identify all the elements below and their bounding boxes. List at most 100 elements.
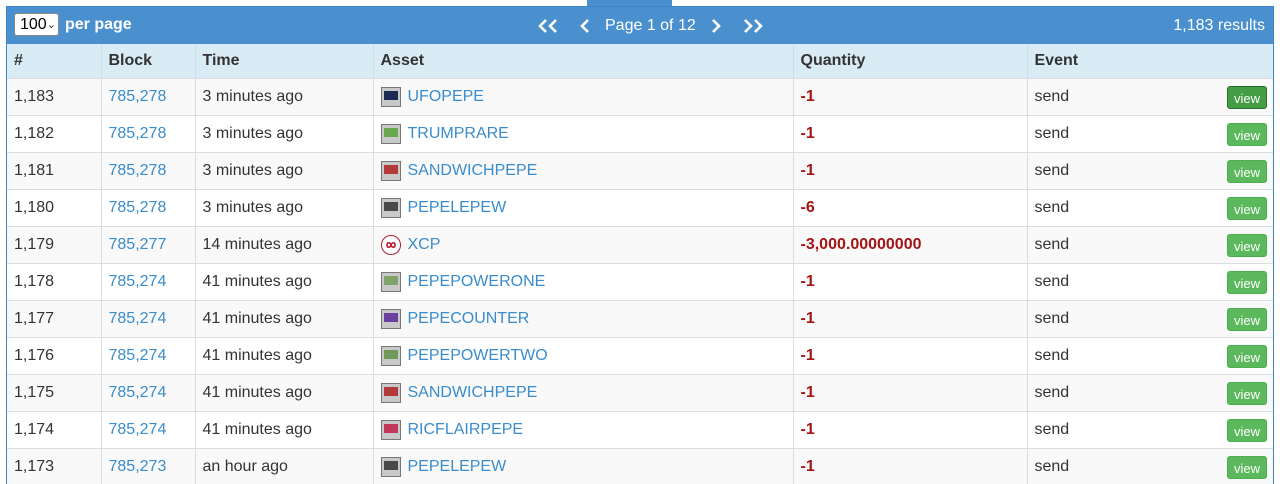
row-number: 1,180 bbox=[7, 189, 101, 227]
quantity-value: -1 bbox=[800, 162, 815, 179]
prev-page-icon[interactable] bbox=[579, 18, 591, 34]
event-type: send bbox=[1034, 310, 1070, 327]
row-number: 1,181 bbox=[7, 152, 101, 190]
block-link[interactable]: 785,277 bbox=[109, 236, 167, 253]
table-row: 1,180 785,278 3 minutes ago PEPELEPEW -6… bbox=[7, 189, 1273, 227]
quantity-value: -3,000.00000000 bbox=[800, 236, 922, 253]
block-link[interactable]: 785,278 bbox=[109, 199, 167, 216]
pepelepew-card-icon bbox=[380, 457, 401, 477]
view-button[interactable]: view bbox=[1226, 419, 1267, 442]
event-type: send bbox=[1034, 125, 1070, 142]
row-time: 41 minutes ago bbox=[194, 337, 373, 375]
chevron-down-icon: ⌄ bbox=[46, 19, 56, 31]
event-type: send bbox=[1034, 199, 1070, 216]
asset-link[interactable]: SANDWICHPEPE bbox=[408, 162, 538, 180]
row-number: 1,178 bbox=[7, 263, 101, 301]
asset-link[interactable]: SANDWICHPEPE bbox=[408, 384, 538, 402]
quantity-value: -1 bbox=[800, 88, 815, 105]
next-page-icon[interactable] bbox=[710, 18, 722, 34]
asset-link[interactable]: PEPELEPEW bbox=[408, 199, 507, 217]
row-time: 41 minutes ago bbox=[194, 300, 373, 338]
asset-link[interactable]: PEPECOUNTER bbox=[408, 310, 530, 328]
sandwichpepe-card-icon bbox=[380, 161, 401, 181]
ufopepe-card-icon bbox=[380, 87, 401, 107]
view-button[interactable]: view bbox=[1226, 345, 1267, 368]
column-header-number[interactable]: # bbox=[7, 44, 101, 79]
asset-link[interactable]: RICFLAIRPEPE bbox=[408, 421, 524, 439]
column-header-quantity[interactable]: Quantity bbox=[792, 44, 1027, 79]
pepepowertwo-card-icon bbox=[380, 346, 401, 366]
per-page-label: per page bbox=[65, 15, 132, 33]
block-link[interactable]: 785,274 bbox=[109, 384, 167, 401]
asset-cell: UFOPEPE bbox=[380, 87, 786, 107]
view-button[interactable]: view bbox=[1226, 197, 1267, 220]
column-header-time[interactable]: Time bbox=[194, 44, 373, 79]
first-page-icon[interactable] bbox=[537, 18, 561, 34]
quantity-value: -1 bbox=[800, 458, 815, 475]
view-button[interactable]: view bbox=[1226, 123, 1267, 146]
asset-link[interactable]: PEPELEPEW bbox=[408, 458, 507, 476]
block-link[interactable]: 785,273 bbox=[109, 458, 167, 475]
block-link[interactable]: 785,278 bbox=[109, 88, 167, 105]
ricflairpepe-card-icon bbox=[380, 420, 401, 440]
asset-link[interactable]: XCP bbox=[408, 236, 441, 254]
row-number: 1,176 bbox=[7, 337, 101, 375]
view-button[interactable]: view bbox=[1226, 234, 1267, 257]
last-page-icon[interactable] bbox=[740, 18, 764, 34]
asset-link[interactable]: PEPEPOWERONE bbox=[408, 273, 546, 291]
asset-cell: TRUMPRARE bbox=[380, 124, 786, 144]
per-page-select[interactable]: 100 ⌄ bbox=[14, 13, 59, 36]
block-link[interactable]: 785,274 bbox=[109, 310, 167, 327]
row-time: 41 minutes ago bbox=[194, 411, 373, 449]
asset-link[interactable]: UFOPEPE bbox=[408, 88, 484, 106]
block-link[interactable]: 785,278 bbox=[109, 162, 167, 179]
row-number: 1,183 bbox=[7, 78, 101, 116]
view-button[interactable]: view bbox=[1226, 308, 1267, 331]
block-link[interactable]: 785,274 bbox=[109, 273, 167, 290]
row-time: 41 minutes ago bbox=[194, 374, 373, 412]
event-type: send bbox=[1034, 273, 1070, 290]
event-type: send bbox=[1034, 347, 1070, 364]
view-button[interactable]: view bbox=[1226, 271, 1267, 294]
page-indicator: Page 1 of 12 bbox=[605, 16, 696, 34]
pepecounter-card-icon bbox=[380, 309, 401, 329]
asset-cell: SANDWICHPEPE bbox=[380, 383, 786, 403]
quantity-value: -1 bbox=[800, 347, 815, 364]
sandwichpepe-card-icon bbox=[380, 383, 401, 403]
row-number: 1,175 bbox=[7, 374, 101, 412]
quantity-value: -1 bbox=[800, 384, 815, 401]
quantity-value: -1 bbox=[800, 125, 815, 142]
column-header-asset[interactable]: Asset bbox=[372, 44, 793, 79]
results-panel: 100 ⌄ per page Page 1 of 12 1,183 result… bbox=[6, 6, 1274, 484]
row-time: 3 minutes ago bbox=[194, 152, 373, 190]
block-link[interactable]: 785,278 bbox=[109, 125, 167, 142]
view-button[interactable]: view bbox=[1226, 382, 1267, 405]
asset-cell: XCP bbox=[380, 235, 786, 255]
block-link[interactable]: 785,274 bbox=[109, 421, 167, 438]
asset-cell: PEPECOUNTER bbox=[380, 309, 786, 329]
asset-cell: RICFLAIRPEPE bbox=[380, 420, 786, 440]
column-header-block[interactable]: Block bbox=[100, 44, 195, 79]
table-row: 1,181 785,278 3 minutes ago SANDWICHPEPE… bbox=[7, 152, 1273, 190]
pepelepew-card-icon bbox=[380, 198, 401, 218]
view-button[interactable]: view bbox=[1226, 160, 1267, 183]
row-number: 1,177 bbox=[7, 300, 101, 338]
view-button[interactable]: view bbox=[1226, 456, 1267, 479]
asset-cell: SANDWICHPEPE bbox=[380, 161, 786, 181]
row-number: 1,179 bbox=[7, 226, 101, 264]
event-type: send bbox=[1034, 384, 1070, 401]
row-time: 3 minutes ago bbox=[194, 78, 373, 116]
view-button[interactable]: view bbox=[1226, 86, 1267, 109]
table-row: 1,177 785,274 41 minutes ago PEPECOUNTER… bbox=[7, 300, 1273, 338]
asset-link[interactable]: TRUMPRARE bbox=[408, 125, 509, 143]
pagination-bar: 100 ⌄ per page Page 1 of 12 1,183 result… bbox=[7, 7, 1273, 44]
table-row: 1,175 785,274 41 minutes ago SANDWICHPEP… bbox=[7, 374, 1273, 412]
xcp-logo-icon bbox=[380, 235, 401, 255]
event-type: send bbox=[1034, 162, 1070, 179]
asset-link[interactable]: PEPEPOWERTWO bbox=[408, 347, 548, 365]
block-link[interactable]: 785,274 bbox=[109, 347, 167, 364]
row-time: 41 minutes ago bbox=[194, 263, 373, 301]
column-header-event[interactable]: Event bbox=[1026, 44, 1273, 79]
quantity-value: -6 bbox=[800, 199, 815, 216]
asset-cell: PEPELEPEW bbox=[380, 457, 786, 477]
